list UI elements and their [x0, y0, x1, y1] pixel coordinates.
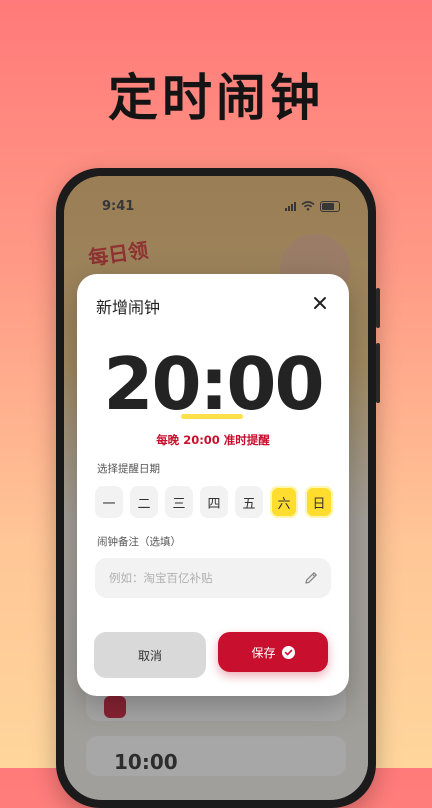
- day-option[interactable]: 三: [165, 486, 193, 518]
- close-icon[interactable]: [311, 294, 329, 312]
- pencil-icon[interactable]: [303, 570, 319, 586]
- day-selector: 一二三四五六日: [95, 486, 333, 518]
- check-icon: [281, 645, 295, 659]
- note-input[interactable]: [107, 570, 303, 586]
- note-label: 闹钟备注（选填）: [97, 536, 181, 548]
- day-option[interactable]: 五: [235, 486, 263, 518]
- day-option[interactable]: 二: [130, 486, 158, 518]
- add-alarm-dialog: 新增闹钟 20:00 每晚 20:00 准时提醒 选择提醒日期 一二三四五六日 …: [77, 274, 349, 696]
- day-option[interactable]: 日: [305, 486, 333, 518]
- phone-side-button: [376, 343, 380, 403]
- save-button-label: 保存: [251, 645, 276, 660]
- save-button[interactable]: 保存: [218, 632, 328, 672]
- reminder-text: 每晚 20:00 准时提醒: [156, 433, 270, 447]
- days-label: 选择提醒日期: [97, 463, 160, 475]
- day-option[interactable]: 一: [95, 486, 123, 518]
- hero-title: 定时闹钟: [108, 69, 324, 127]
- day-option[interactable]: 四: [200, 486, 228, 518]
- day-option[interactable]: 六: [270, 486, 298, 518]
- dialog-title: 新增闹钟: [96, 298, 161, 317]
- cancel-button[interactable]: 取消: [94, 632, 206, 678]
- note-field[interactable]: [95, 558, 331, 598]
- phone-side-button: [376, 288, 380, 328]
- time-underline: [181, 414, 243, 419]
